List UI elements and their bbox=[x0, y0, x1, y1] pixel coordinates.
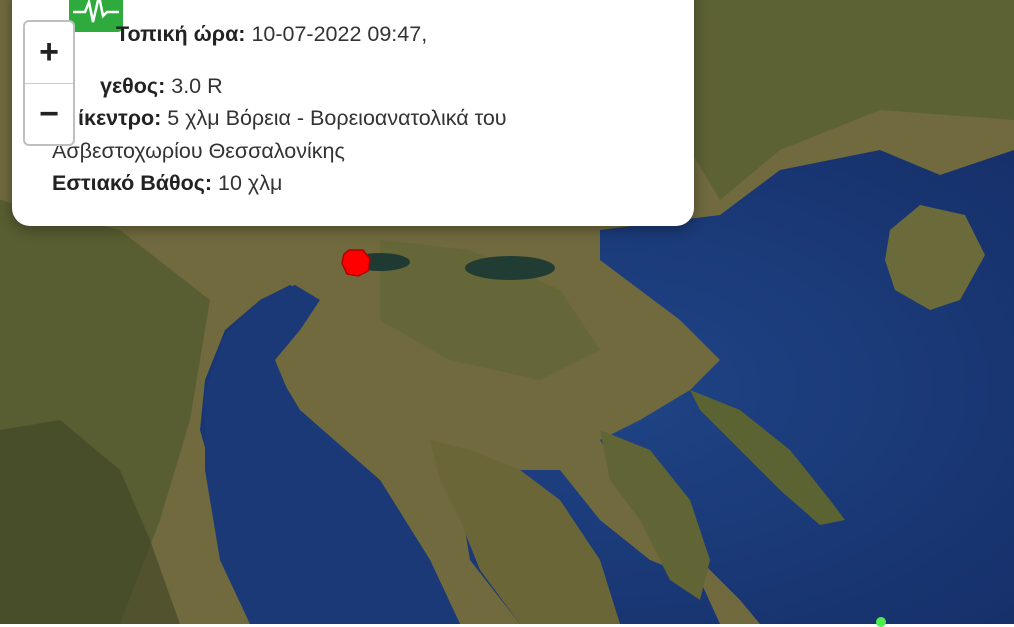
magnitude-label: γεθος: bbox=[100, 74, 166, 98]
earthquake-marker-icon[interactable] bbox=[341, 249, 371, 277]
magnitude-row: γεθος: 3.0 R bbox=[100, 74, 223, 99]
epicenter-row: ίκεντρο: 5 χλμ Βόρεια - Βορειοανατολικά … bbox=[78, 106, 507, 131]
popup-tip bbox=[338, 204, 374, 226]
seismograph-icon bbox=[69, 0, 123, 32]
zoom-control: + − bbox=[23, 20, 75, 146]
time-label: Τοπική ώρα: bbox=[116, 22, 246, 46]
time-value: 10-07-2022 09:47, bbox=[251, 22, 428, 46]
time-row: Τοπική ώρα: 10-07-2022 09:47, bbox=[116, 22, 427, 47]
magnitude-value: 3.0 R bbox=[171, 74, 223, 98]
other-event-marker[interactable] bbox=[876, 617, 886, 627]
zoom-out-button[interactable]: − bbox=[25, 84, 73, 145]
depth-label: Εστιακό Βάθος: bbox=[52, 171, 213, 195]
depth-row: Εστιακό Βάθος: 10 χλμ bbox=[52, 171, 282, 196]
earthquake-popup: × Τοπική ώρα: 10-07-2022 09:47, γεθος: 3… bbox=[12, 0, 694, 226]
zoom-in-button[interactable]: + bbox=[25, 22, 73, 84]
epicenter-label: ίκεντρο: bbox=[78, 106, 162, 130]
depth-value: 10 χλμ bbox=[218, 171, 283, 195]
epicenter-value-cont: Ασβεστοχωρίου Θεσσαλονίκης bbox=[52, 139, 345, 163]
epicenter-value: 5 χλμ Βόρεια - Βορειοανατολικά του bbox=[167, 106, 507, 130]
